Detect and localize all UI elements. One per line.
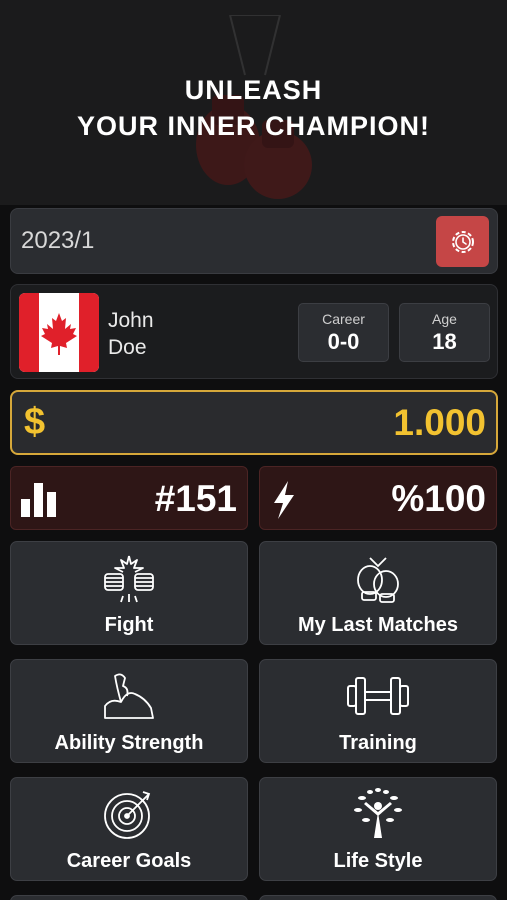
tree-person-icon bbox=[354, 788, 402, 838]
career-value: 0-0 bbox=[327, 329, 360, 354]
career-stat: Career 0-0 bbox=[298, 303, 389, 362]
training-label: Training bbox=[339, 732, 417, 754]
energy-value: %100 bbox=[391, 478, 486, 519]
last-matches-button[interactable]: My Last Matches bbox=[259, 541, 497, 645]
last-name: Doe bbox=[108, 336, 147, 359]
flexed-bicep-icon bbox=[104, 673, 154, 719]
rank-panel[interactable]: #151 bbox=[10, 466, 248, 530]
last-matches-label: My Last Matches bbox=[297, 614, 459, 636]
age-stat: Age 18 bbox=[399, 303, 490, 362]
age-label: Age bbox=[432, 311, 457, 327]
more-button-left[interactable] bbox=[10, 895, 248, 900]
life-style-label: Life Style bbox=[333, 850, 423, 872]
hero-banner: UNLEASH YOUR INNER CHAMPION! bbox=[0, 0, 507, 205]
target-icon bbox=[104, 791, 151, 839]
fight-label: Fight bbox=[104, 614, 154, 636]
career-goals-label: Career Goals bbox=[66, 850, 192, 872]
profile-card[interactable]: John Doe Career 0-0 Age 18 bbox=[10, 284, 498, 379]
bar-chart-icon bbox=[21, 483, 56, 517]
money-amount: 1.000 bbox=[393, 402, 486, 443]
career-label: Career bbox=[322, 311, 365, 327]
ability-strength-button[interactable]: Ability Strength bbox=[10, 659, 248, 763]
first-name: John bbox=[108, 309, 154, 332]
dollar-icon: $ bbox=[24, 401, 46, 443]
current-date: 2023/1 bbox=[21, 227, 95, 254]
life-style-button[interactable]: Life Style bbox=[259, 777, 497, 881]
training-button[interactable]: Training bbox=[259, 659, 497, 763]
age-value: 18 bbox=[432, 329, 457, 354]
money-bar: $ 1.000 bbox=[10, 390, 498, 455]
player-name: John Doe bbox=[108, 307, 154, 361]
lightning-icon bbox=[274, 481, 294, 519]
hero-line-1: UNLEASH bbox=[184, 75, 323, 105]
dumbbell-icon bbox=[347, 677, 409, 715]
ability-strength-label: Ability Strength bbox=[54, 732, 204, 754]
more-button-right[interactable] bbox=[259, 895, 497, 900]
hero-headline: UNLEASH YOUR INNER CHAMPION! bbox=[0, 72, 507, 144]
fist-bump-icon bbox=[104, 555, 154, 603]
career-goals-button[interactable]: Career Goals bbox=[10, 777, 248, 881]
canada-flag bbox=[19, 293, 99, 372]
gear-icon bbox=[451, 230, 474, 253]
settings-button[interactable] bbox=[436, 216, 489, 267]
date-bar: 2023/1 bbox=[10, 208, 498, 274]
fight-button[interactable]: Fight bbox=[10, 541, 248, 645]
hero-line-2: YOUR INNER CHAMPION! bbox=[76, 111, 430, 141]
energy-panel[interactable]: %100 bbox=[259, 466, 497, 530]
boxing-gloves-icon bbox=[357, 557, 399, 603]
rank-value: #151 bbox=[154, 478, 237, 519]
